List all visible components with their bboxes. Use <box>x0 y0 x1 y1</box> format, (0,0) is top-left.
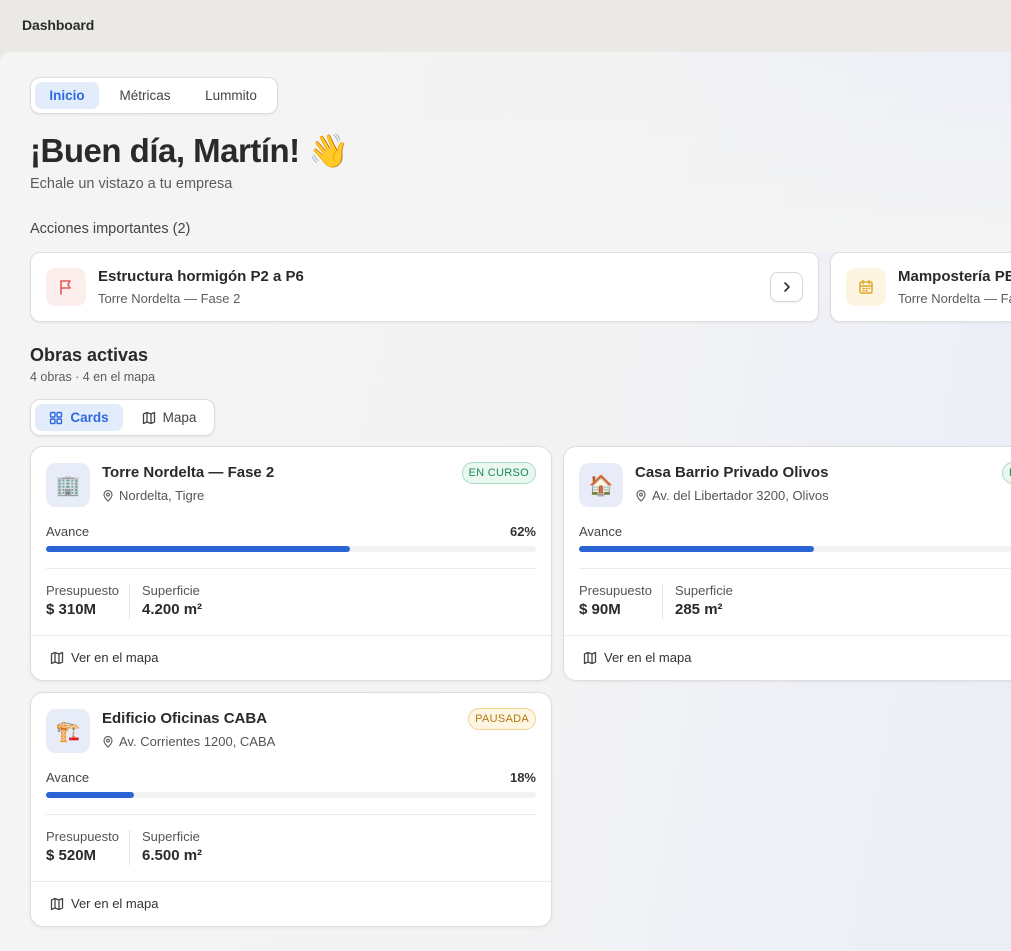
stat-separator <box>129 584 130 619</box>
progress-bar <box>46 792 536 798</box>
view-toggle: Cards Mapa <box>30 399 215 436</box>
obra-location-text: Nordelta, Tigre <box>119 488 205 503</box>
progress-bar <box>579 546 1011 552</box>
presupuesto-label: Presupuesto <box>46 583 119 598</box>
grid-icon <box>49 411 63 425</box>
obra-location: Av. del Libertador 3200, Olivos <box>635 488 829 503</box>
map-view-label: Mapa <box>162 410 197 425</box>
action-title: Mampostería PB <box>898 268 1011 285</box>
superficie-value: 6.500 m² <box>142 847 203 864</box>
status-badge: PAUSADA <box>468 708 536 730</box>
tab-inicio[interactable]: Inicio <box>35 82 99 109</box>
obra-location: Nordelta, Tigre <box>102 488 204 503</box>
superficie-label: Superficie <box>142 829 200 844</box>
construction-icon: 🏗️ <box>46 709 90 753</box>
presupuesto-value: $ 310M <box>46 601 97 618</box>
avance-label: Avance <box>46 770 90 785</box>
view-on-map-link[interactable]: Ver en el mapa <box>583 650 691 665</box>
presupuesto-value: $ 520M <box>46 847 97 864</box>
obras-count: 4 obras · 4 en el mapa <box>30 370 156 384</box>
stat-separator <box>662 584 663 619</box>
tab-lummito[interactable]: Lummito <box>191 82 271 109</box>
map-view-button[interactable]: Mapa <box>129 404 209 431</box>
avance-label: Avance <box>46 524 90 539</box>
obra-location: Av. Corrientes 1200, CABA <box>102 734 275 749</box>
avance-label: Avance <box>579 524 623 539</box>
top-bar: Dashboard <box>0 0 1011 52</box>
obra-name: Torre Nordelta — Fase 2 <box>102 464 275 481</box>
divider <box>31 635 551 636</box>
progress-fill <box>579 546 815 552</box>
avance-percent: 18% <box>509 770 536 785</box>
divider <box>46 814 536 815</box>
action-card[interactable]: Mampostería PB Torre Nordelta — Fa <box>830 252 1011 322</box>
action-title: Estructura hormigón P2 a P6 <box>98 268 304 285</box>
obra-name: Edificio Oficinas CABA <box>102 710 268 727</box>
location-pin-icon <box>102 489 114 502</box>
calendar-icon <box>846 268 886 306</box>
main-tabs: Inicio Métricas Lummito <box>30 77 278 114</box>
view-on-map-label: Ver en el mapa <box>604 650 692 665</box>
divider <box>31 881 551 882</box>
page-title: Dashboard <box>22 17 95 33</box>
location-pin-icon <box>635 489 647 502</box>
divider <box>564 635 1011 636</box>
main-content: Inicio Métricas Lummito ¡Buen día, Martí… <box>0 52 1011 951</box>
status-badge: EN CURSO <box>1002 462 1011 484</box>
obra-card[interactable]: 🏢 Torre Nordelta — Fase 2 Nordelta, Tigr… <box>30 446 552 681</box>
map-icon <box>142 411 156 425</box>
action-subtitle: Torre Nordelta — Fase 2 <box>98 291 241 306</box>
obra-location-text: Av. Corrientes 1200, CABA <box>119 734 276 749</box>
superficie-label: Superficie <box>142 583 200 598</box>
map-icon <box>50 897 64 911</box>
flag-icon <box>46 268 86 306</box>
view-on-map-label: Ver en el mapa <box>71 896 159 911</box>
chevron-right-icon <box>780 280 794 294</box>
tab-metricas[interactable]: Métricas <box>105 82 185 109</box>
presupuesto-label: Presupuesto <box>46 829 119 844</box>
view-on-map-label: Ver en el mapa <box>71 650 159 665</box>
map-icon <box>50 651 64 665</box>
location-pin-icon <box>102 735 114 748</box>
obra-location-text: Av. del Libertador 3200, Olivos <box>652 488 829 503</box>
progress-fill <box>46 546 350 552</box>
progress-bar <box>46 546 536 552</box>
divider <box>46 568 536 569</box>
obra-card[interactable]: 🏠 Casa Barrio Privado Olivos Av. del Lib… <box>563 446 1011 681</box>
presupuesto-value: $ 90M <box>579 601 621 618</box>
greeting-heading: ¡Buen día, Martín! 👋 <box>30 132 349 169</box>
action-card[interactable]: Estructura hormigón P2 a P6 Torre Nordel… <box>30 252 819 322</box>
superficie-label: Superficie <box>675 583 733 598</box>
superficie-value: 285 m² <box>675 601 723 618</box>
cards-view-button[interactable]: Cards <box>35 404 123 431</box>
action-subtitle: Torre Nordelta — Fa <box>898 291 1011 306</box>
house-icon: 🏠 <box>579 463 623 507</box>
building-icon: 🏢 <box>46 463 90 507</box>
view-on-map-link[interactable]: Ver en el mapa <box>50 650 158 665</box>
stat-separator <box>129 830 130 865</box>
avance-percent: 62% <box>509 524 536 539</box>
progress-fill <box>46 792 135 798</box>
presupuesto-label: Presupuesto <box>579 583 652 598</box>
map-icon <box>583 651 597 665</box>
obra-card[interactable]: 🏗️ Edificio Oficinas CABA Av. Corrientes… <box>30 692 552 927</box>
divider <box>579 568 1011 569</box>
view-on-map-link[interactable]: Ver en el mapa <box>50 896 158 911</box>
superficie-value: 4.200 m² <box>142 601 203 618</box>
obras-title: Obras activas <box>30 345 149 365</box>
actions-section-label: Acciones importantes (2) <box>30 221 191 237</box>
action-open-button[interactable] <box>770 272 803 302</box>
cards-view-label: Cards <box>70 410 109 425</box>
greeting-subtitle: Echale un vistazo a tu empresa <box>30 176 233 192</box>
status-badge: EN CURSO <box>461 462 536 484</box>
obra-name: Casa Barrio Privado Olivos <box>635 464 829 481</box>
